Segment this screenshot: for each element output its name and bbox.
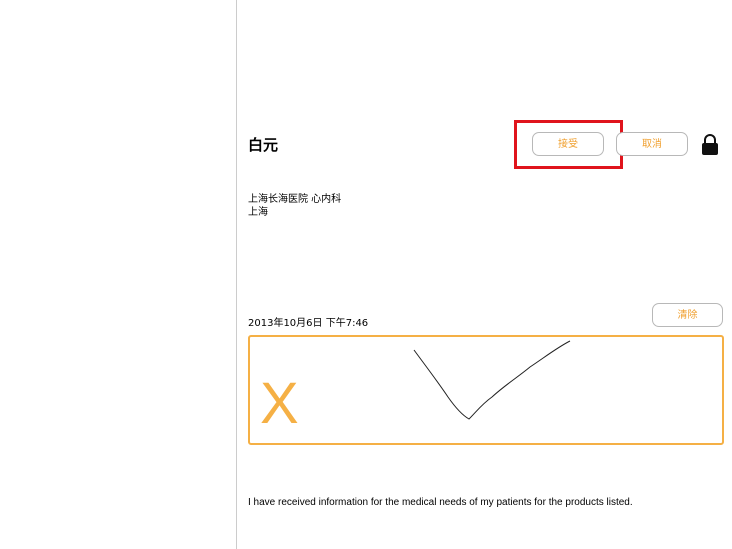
- panel-divider: [236, 0, 237, 549]
- cancel-button[interactable]: 取消: [616, 132, 688, 156]
- signature-pad[interactable]: X: [248, 335, 724, 445]
- lock-icon[interactable]: [701, 134, 719, 156]
- doctor-address: 上海长海医院 心内科 上海: [248, 193, 341, 219]
- accept-button[interactable]: 接受: [532, 132, 604, 156]
- clear-signature-button[interactable]: 清除: [652, 303, 723, 327]
- hospital-department: 上海长海医院 心内科: [248, 194, 342, 205]
- signature-stroke: [413, 340, 571, 420]
- city: 上海: [248, 207, 268, 218]
- doctor-name: 白元: [248, 136, 279, 154]
- signature-timestamp: 2013年10月6日 下午7:46: [248, 318, 369, 329]
- disclaimer-text: I have received information for the medi…: [248, 497, 633, 508]
